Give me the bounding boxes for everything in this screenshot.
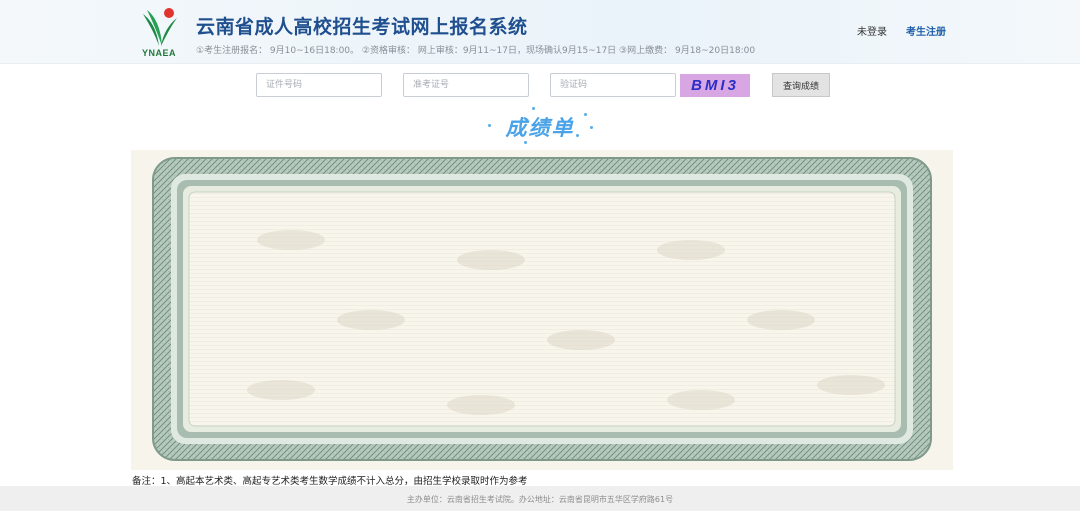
score-note: 备注：1、高起本艺术类、高起专艺术类考生数学成绩不计入总分，由招生学校录取时作为… [132, 476, 528, 487]
query-score-button[interactable]: 查询成绩 [772, 73, 830, 97]
result-title: 成绩单 [480, 104, 600, 146]
registration-schedule: ①考生注册报名： 9月10~16日18:00。 ②资格审核： 网上审核：9月11… [196, 46, 756, 56]
login-status-link[interactable]: 未登录 [857, 23, 887, 38]
captcha-image[interactable]: BMI3 [680, 74, 750, 97]
score-certificate [131, 150, 953, 470]
register-link[interactable]: 考生注册 [906, 23, 946, 38]
page-footer: 主办单位：云南省招生考试院。办公地址：云南省昆明市五华区学府路61号 [0, 486, 1080, 511]
logo-text: YNAEA [142, 48, 177, 58]
result-title-text: 成绩单 [505, 116, 575, 140]
certificate-border [131, 150, 953, 470]
site-title: 云南省成人高校招生考试网上报名系统 [196, 16, 528, 38]
id-number-input[interactable] [256, 73, 382, 97]
captcha-input[interactable] [550, 73, 676, 97]
ticket-number-input[interactable] [403, 73, 529, 97]
site-header: YNAEA 云南省成人高校招生考试网上报名系统 ①考生注册报名： 9月10~16… [0, 0, 1080, 64]
score-query-form: BMI3 查询成绩 [0, 73, 1080, 99]
